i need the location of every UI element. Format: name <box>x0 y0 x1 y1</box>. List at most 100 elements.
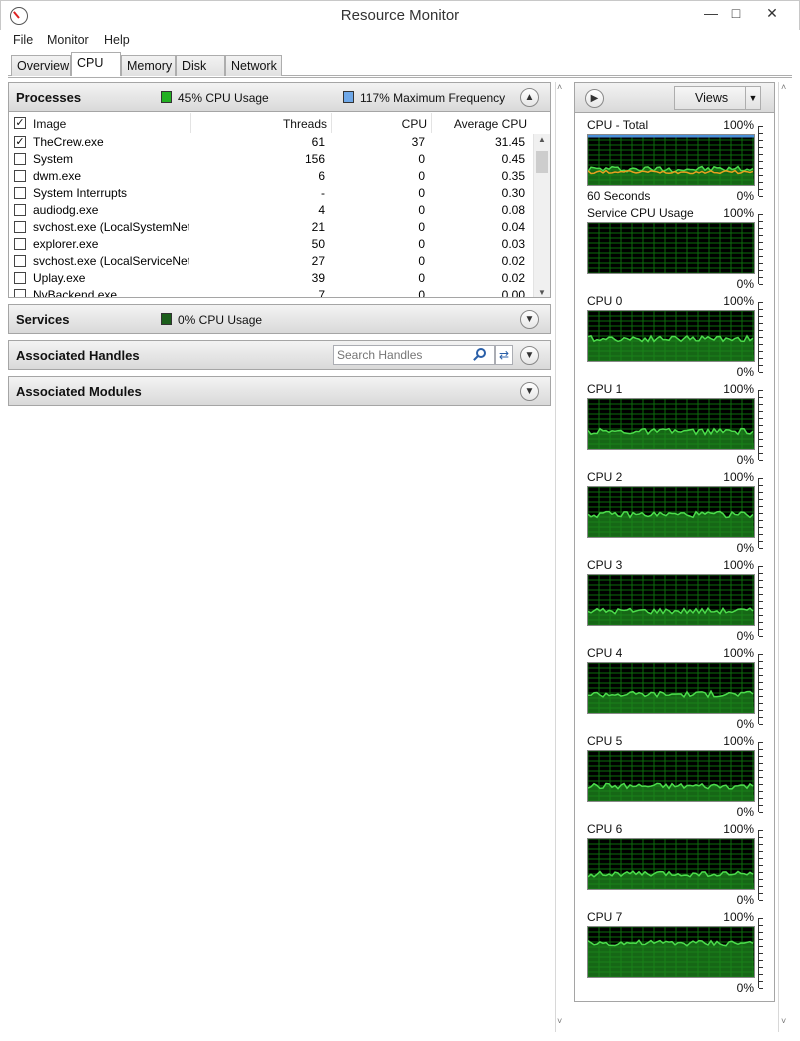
row-average-cpu: 0.00 <box>501 288 525 298</box>
column-threads[interactable]: Threads <box>191 112 331 134</box>
cpu-graph: Service CPU Usage 100% 0% <box>587 206 763 294</box>
column-average-cpu[interactable]: Average CPU <box>431 112 531 134</box>
row-average-cpu: 0.08 <box>501 203 525 217</box>
chevron-down-icon[interactable]: ˅ <box>781 1016 786 1026</box>
table-row[interactable]: System Interrupts - 0 0.30 <box>9 185 533 202</box>
processes-table: ✓ Image Threads CPU Average CPU ✓ TheCrew… <box>8 112 551 298</box>
graph-label: CPU 5 <box>587 734 623 748</box>
row-average-cpu: 0.45 <box>501 152 525 166</box>
row-checkbox[interactable] <box>14 272 26 284</box>
table-row[interactable]: svchost.exe (LocalServiceNet... 27 0 0.02 <box>9 253 533 270</box>
graph-min-label: 0% <box>736 717 754 731</box>
graph-min-label: 0% <box>736 629 754 643</box>
graph-label: CPU 1 <box>587 382 623 396</box>
tab-overview[interactable]: Overview <box>11 55 71 76</box>
graph-max-label: 100% <box>723 118 754 132</box>
row-cpu: 0 <box>418 237 425 251</box>
search-icon[interactable] <box>476 348 486 358</box>
row-checkbox[interactable] <box>14 289 26 297</box>
scroll-up-icon[interactable]: ▲ <box>534 135 550 144</box>
tab-disk[interactable]: Disk <box>176 55 225 76</box>
row-checkbox[interactable] <box>14 204 26 216</box>
column-cpu[interactable]: CPU <box>331 112 431 134</box>
row-average-cpu: 0.03 <box>501 237 525 251</box>
chevron-up-icon[interactable]: ˄ <box>557 82 562 92</box>
processes-max-frequency: 117% Maximum Frequency <box>360 91 506 105</box>
scroll-down-icon[interactable]: ▼ <box>534 288 550 297</box>
row-threads: 7 <box>318 288 325 298</box>
graph-scale <box>758 390 763 461</box>
tab-cpu[interactable]: CPU <box>71 52 121 76</box>
row-checkbox[interactable] <box>14 153 26 165</box>
processes-header[interactable]: Processes 45% CPU Usage 117% Maximum Fre… <box>8 82 551 112</box>
splitter-scrollbar[interactable]: ˄ ˅ <box>554 82 568 1032</box>
row-image: Uplay.exe <box>33 271 86 285</box>
views-label: Views <box>695 91 729 105</box>
collapse-processes-icon[interactable]: ▲ <box>520 88 539 107</box>
row-image: svchost.exe (LocalServiceNet... <box>33 254 189 268</box>
scrollbar-thumb[interactable] <box>536 151 548 173</box>
handles-header[interactable]: Associated Handles ⇄ ▼ <box>8 340 551 370</box>
graph-min-label: 0% <box>736 189 754 203</box>
chevron-up-icon[interactable]: ˄ <box>781 82 786 92</box>
refresh-icon[interactable]: ⇄ <box>495 345 513 365</box>
row-cpu: 0 <box>418 203 425 217</box>
menu-monitor[interactable]: Monitor <box>47 33 89 47</box>
cpu-usage-swatch <box>161 91 172 103</box>
row-threads: 156 <box>304 152 325 166</box>
row-checkbox[interactable] <box>14 255 26 267</box>
graph-scale <box>758 214 763 285</box>
cpu-graph: CPU 3 100% 0% <box>587 558 763 646</box>
table-row[interactable]: ✓ TheCrew.exe 61 37 31.45 <box>9 134 533 151</box>
expand-handles-icon[interactable]: ▼ <box>520 346 539 365</box>
table-row[interactable]: System 156 0 0.45 <box>9 151 533 168</box>
table-row[interactable]: explorer.exe 50 0 0.03 <box>9 236 533 253</box>
graph-canvas <box>587 574 755 626</box>
graph-scale <box>758 654 763 725</box>
search-handles-input[interactable] <box>333 345 495 365</box>
graph-label: CPU 6 <box>587 822 623 836</box>
graph-canvas <box>587 310 755 362</box>
row-image: explorer.exe <box>33 237 99 251</box>
services-header[interactable]: Services 0% CPU Usage ▼ <box>8 304 551 334</box>
graph-min-label: 0% <box>736 365 754 379</box>
table-row[interactable]: dwm.exe 6 0 0.35 <box>9 168 533 185</box>
maximize-icon[interactable]: □ <box>723 3 749 25</box>
row-image: svchost.exe (LocalSystemNet... <box>33 220 189 234</box>
menu-help[interactable]: Help <box>104 33 130 47</box>
graph-label: CPU 2 <box>587 470 623 484</box>
modules-title: Associated Modules <box>16 384 142 399</box>
row-checkbox[interactable] <box>14 187 26 199</box>
menu-file[interactable]: File <box>13 33 33 47</box>
row-checkbox[interactable]: ✓ <box>14 136 26 148</box>
graph-min-label: 0% <box>736 453 754 467</box>
views-dropdown-icon[interactable]: ▼ <box>745 87 760 109</box>
row-cpu: 37 <box>411 135 425 149</box>
chevron-down-icon[interactable]: ˅ <box>557 1016 562 1026</box>
tab-memory[interactable]: Memory <box>121 55 176 76</box>
graph-scale <box>758 742 763 813</box>
chevron-right-icon[interactable]: ▶ <box>585 89 604 108</box>
row-checkbox[interactable] <box>14 170 26 182</box>
table-row[interactable]: Uplay.exe 39 0 0.02 <box>9 270 533 287</box>
expand-modules-icon[interactable]: ▼ <box>520 382 539 401</box>
close-icon[interactable]: ✕ <box>759 3 785 25</box>
graph-pane-scrollbar[interactable]: ˄ ˅ <box>778 82 792 1032</box>
cpu-graph: CPU 5 100% 0% <box>587 734 763 822</box>
row-checkbox[interactable] <box>14 221 26 233</box>
row-checkbox[interactable] <box>14 238 26 250</box>
graph-canvas <box>587 398 755 450</box>
expand-services-icon[interactable]: ▼ <box>520 310 539 329</box>
minimize-icon[interactable]: — <box>698 3 724 25</box>
table-row[interactable]: audiodg.exe 4 0 0.08 <box>9 202 533 219</box>
table-row[interactable]: NvBackend.exe 7 0 0.00 <box>9 287 533 298</box>
graph-min-label: 0% <box>736 277 754 291</box>
column-image[interactable]: ✓ Image <box>9 112 191 134</box>
row-image: TheCrew.exe <box>33 135 104 149</box>
tab-network[interactable]: Network <box>225 55 282 76</box>
table-row[interactable]: svchost.exe (LocalSystemNet... 21 0 0.04 <box>9 219 533 236</box>
views-button[interactable]: Views ▼ <box>674 86 761 110</box>
processes-scrollbar[interactable]: ▲ ▼ <box>533 134 550 297</box>
select-all-checkbox[interactable]: ✓ <box>14 117 26 129</box>
modules-header[interactable]: Associated Modules ▼ <box>8 376 551 406</box>
